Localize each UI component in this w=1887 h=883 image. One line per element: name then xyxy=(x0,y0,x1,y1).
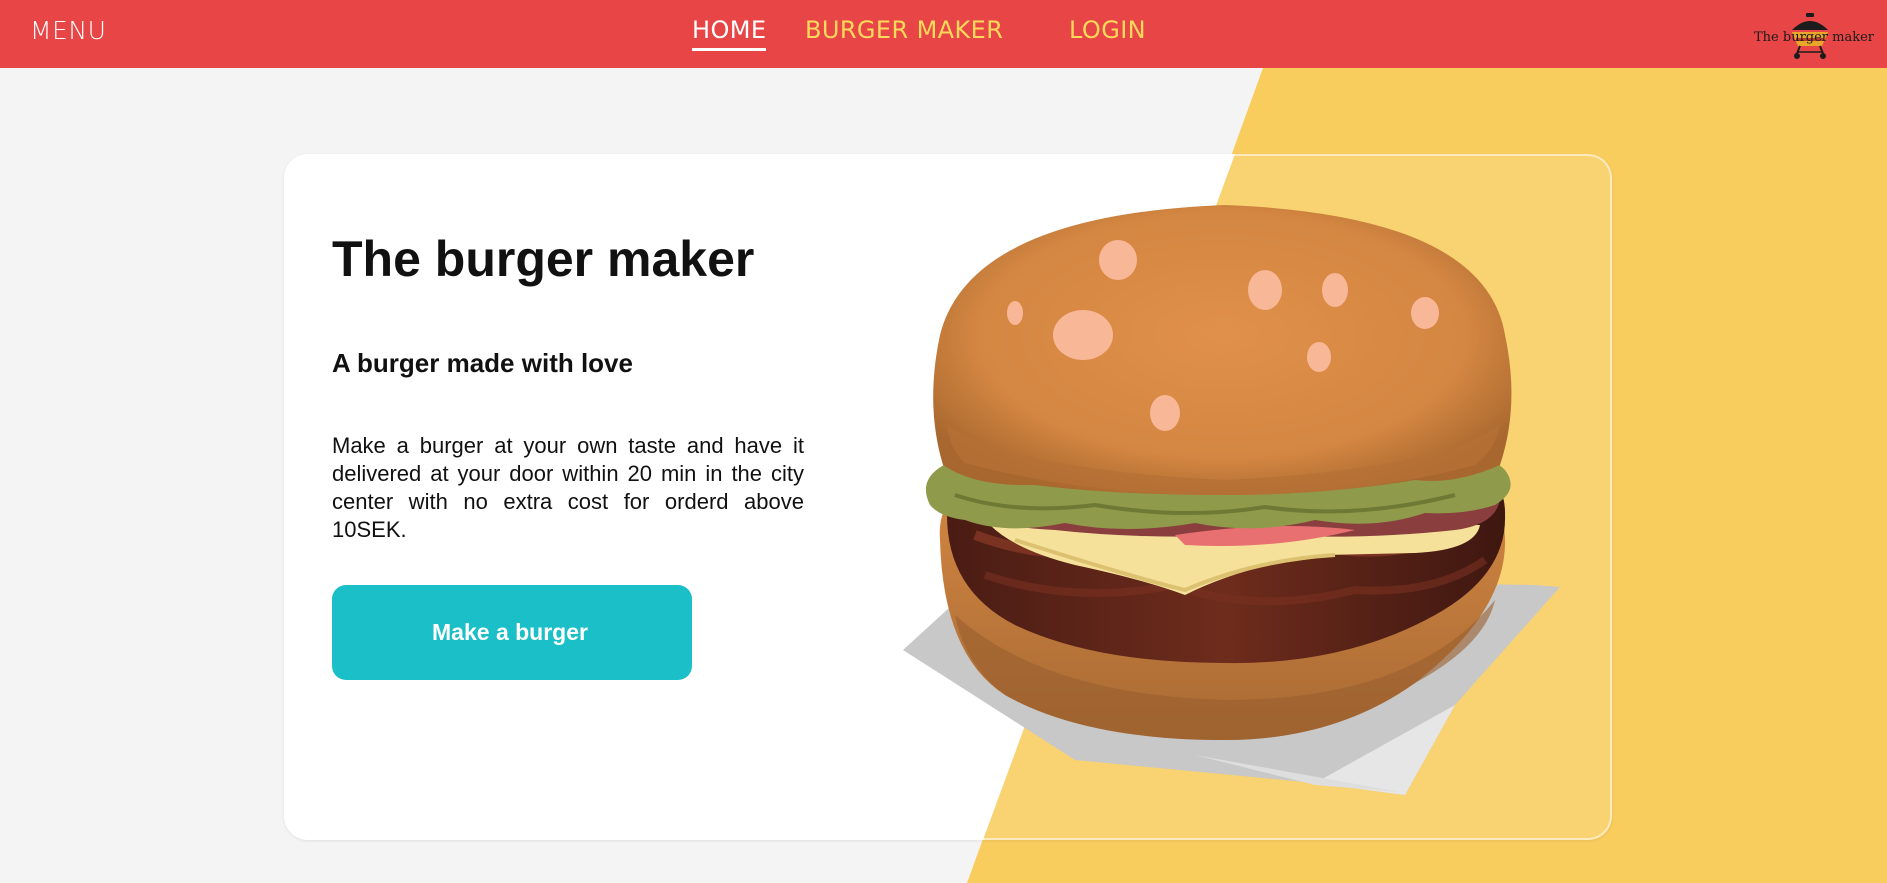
top-navigation-bar: MENU HOME BURGER MAKER LOGIN The burger … xyxy=(0,0,1887,68)
page-title: The burger maker xyxy=(332,231,755,287)
nav-link-home[interactable]: HOME xyxy=(692,16,767,51)
page: MENU HOME BURGER MAKER LOGIN The burger … xyxy=(0,0,1887,883)
nav-link-login[interactable]: LOGIN xyxy=(1069,16,1146,44)
nav-link-burger-maker[interactable]: BURGER MAKER xyxy=(805,16,1003,44)
hero-description: Make a burger at your own taste and have… xyxy=(332,433,804,542)
logo-text: The burger maker xyxy=(1754,30,1875,45)
make-a-burger-button[interactable]: Make a burger xyxy=(332,585,692,680)
burger-illustration xyxy=(903,205,1560,795)
site-logo[interactable]: The burger maker xyxy=(1752,10,1874,60)
hero-subtitle: A burger made with love xyxy=(332,348,633,378)
menu-button[interactable]: MENU xyxy=(30,16,106,45)
